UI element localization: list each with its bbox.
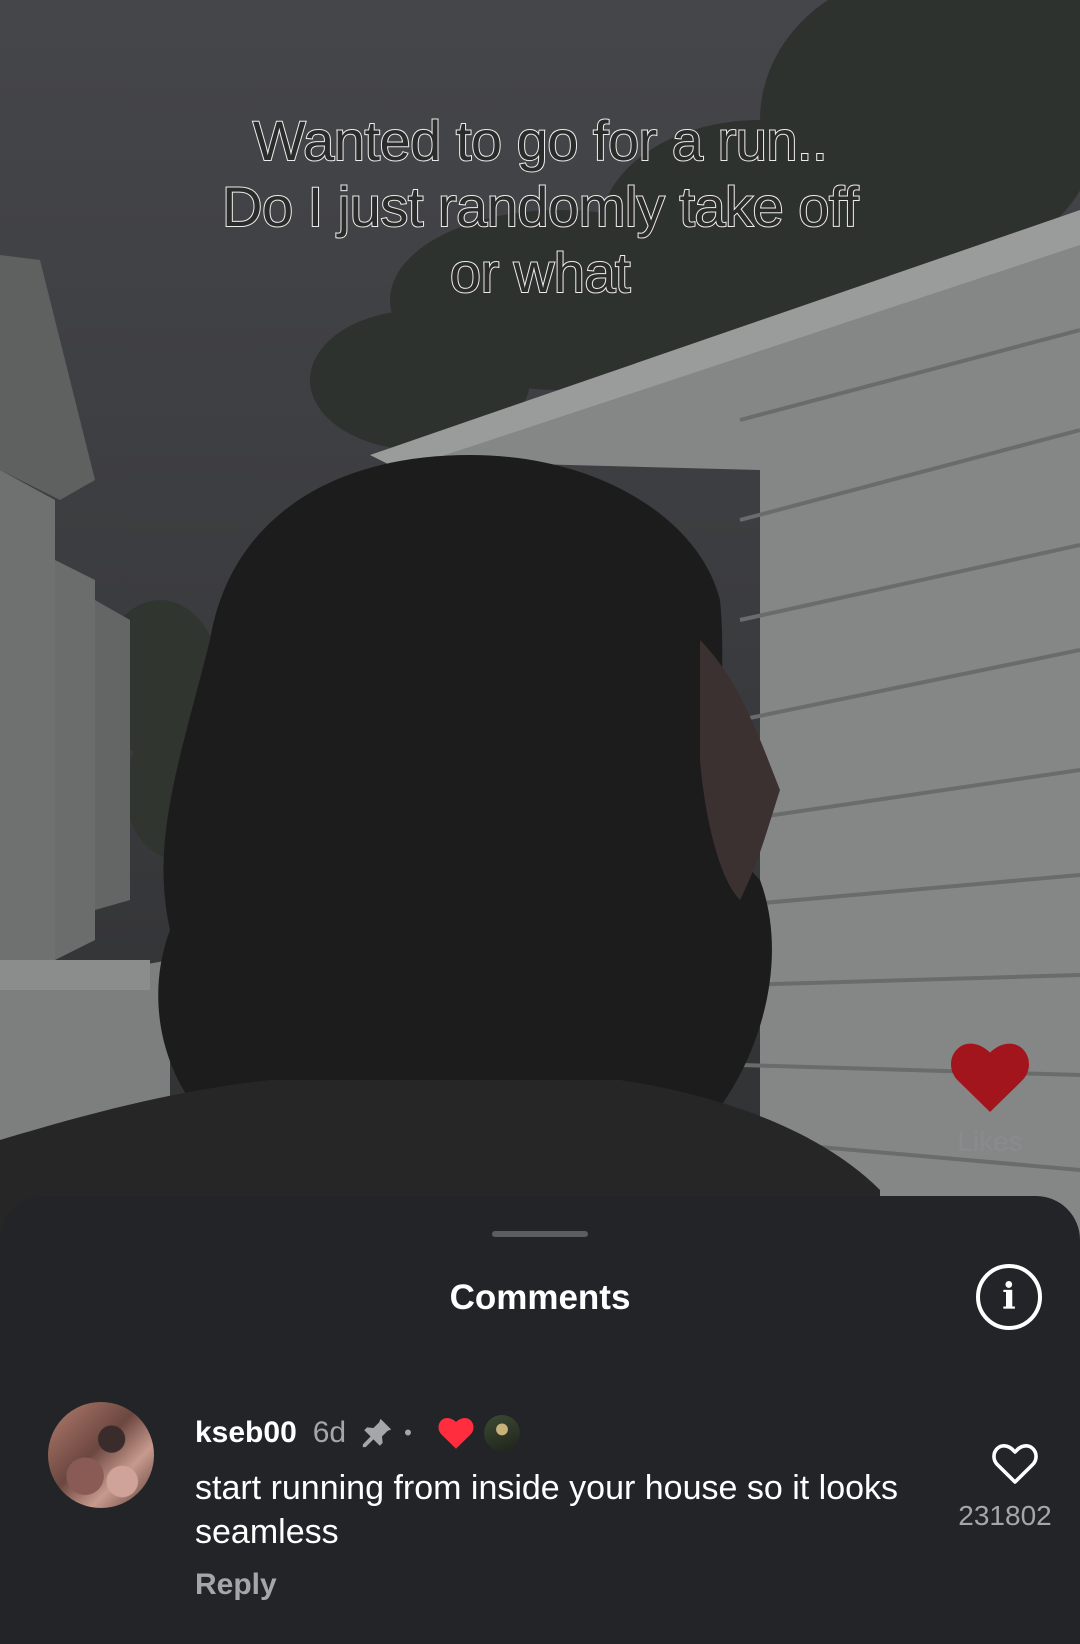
- comment-time: 6d: [312, 1416, 347, 1449]
- comments-title: Comments: [449, 1278, 631, 1317]
- heart-icon[interactable]: [950, 1042, 1030, 1112]
- meta-separator: •: [404, 1420, 412, 1445]
- reply-button[interactable]: Reply: [195, 1568, 277, 1602]
- comment-item: kseb00 6d • start running from inside yo…: [0, 1402, 1080, 1642]
- caption-line-1: Wanted to go for a run..: [252, 108, 829, 173]
- video-player[interactable]: Wanted to go for a run.. Do I just rando…: [0, 0, 1080, 1240]
- caption-line-2: Do I just randomly take off: [221, 174, 860, 239]
- comment-username[interactable]: kseb00: [195, 1416, 297, 1450]
- comment-text: start running from inside your house so …: [195, 1469, 899, 1551]
- creator-liked-heart-icon: [438, 1417, 474, 1449]
- info-icon[interactable]: i: [976, 1264, 1042, 1330]
- creator-avatar: [483, 1415, 520, 1451]
- heart-outline-icon[interactable]: [991, 1442, 1039, 1486]
- video-caption: Wanted to go for a run.. Do I just rando…: [0, 108, 1080, 306]
- comment-like-control: 231802: [958, 1442, 1070, 1532]
- sheet-drag-handle[interactable]: [492, 1231, 588, 1237]
- pin-icon: [362, 1418, 392, 1448]
- likes-label: Likes: [957, 1126, 1023, 1157]
- video-like-control[interactable]: Likes: [945, 1042, 1035, 1158]
- comments-sheet: Comments i kseb00 6d • start running fro…: [0, 1196, 1080, 1644]
- comment-meta: kseb00 6d •: [195, 1410, 520, 1456]
- comment-like-count: 231802: [958, 1500, 1052, 1531]
- caption-line-3: or what: [449, 240, 632, 305]
- avatar[interactable]: [48, 1402, 154, 1508]
